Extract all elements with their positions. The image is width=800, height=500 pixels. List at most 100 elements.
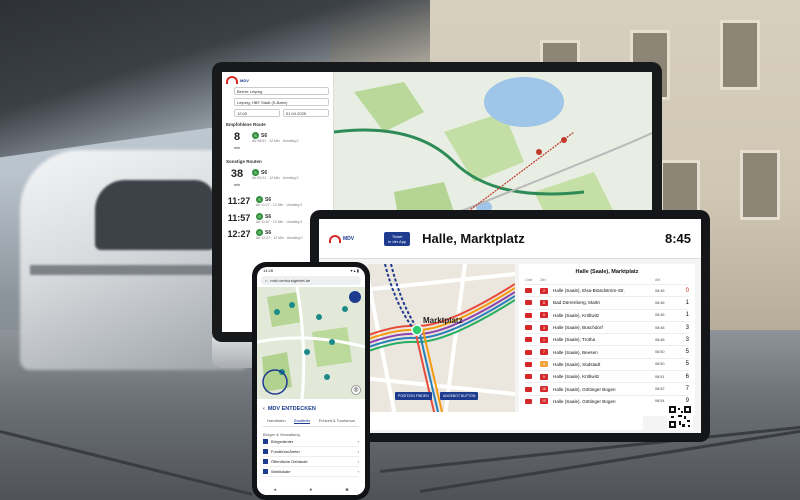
departure-board-header: MDV Ticket in der App Halle, Marktplatz … bbox=[319, 219, 701, 259]
tram-icon bbox=[525, 300, 532, 306]
connection-time: 8 bbox=[233, 131, 241, 143]
connection-item[interactable]: 38 min S S6 Ab 09:21 · 12 Min · Umstieg 0 bbox=[226, 169, 329, 191]
connection-time: 11:57 bbox=[227, 212, 251, 223]
list-item[interactable]: Bürgerämter › bbox=[263, 437, 359, 447]
tablet-display: MDV Ticket in der App Halle, Marktplatz … bbox=[310, 210, 710, 442]
home-icon[interactable]: ⌂ bbox=[265, 278, 267, 283]
connection-item[interactable]: 11:27 S S6 Ab 11:27 · 12 Min · Umstieg 0 bbox=[226, 196, 329, 208]
departure-row: 10 Halle (Saale), Göttinger Bogen 08:54 9 bbox=[525, 394, 689, 407]
back-icon[interactable]: ‹ bbox=[263, 406, 265, 412]
chevron-right-icon: › bbox=[357, 449, 359, 454]
departure-row: 3 Halle (Saale), Büschdorf 08:48 3 bbox=[525, 320, 689, 333]
offer-button[interactable]: ANGEBOT BUTTON bbox=[440, 392, 479, 400]
mdv-logo-icon bbox=[226, 76, 238, 84]
departure-minutes: 7 bbox=[685, 386, 689, 393]
list-item[interactable]: Wahllokale › bbox=[263, 467, 359, 477]
tab-handbahn[interactable]: Handbahn bbox=[267, 418, 285, 424]
qr-code[interactable] bbox=[667, 404, 693, 430]
mdv-logo-icon bbox=[329, 234, 341, 243]
departure-minutes: 1 bbox=[685, 312, 689, 319]
tab-freizeit[interactable]: Freizeit & Tourismus bbox=[319, 418, 355, 424]
line-badge: 7 bbox=[540, 349, 548, 356]
discover-title-text: MDV ENTDECKEN bbox=[267, 406, 316, 412]
sbahn-icon: S bbox=[256, 212, 263, 220]
nav-home-icon[interactable]: ● bbox=[309, 487, 312, 493]
status-icons: ▾ ▴ ▮ bbox=[350, 268, 359, 273]
header-line: Linie bbox=[525, 278, 533, 282]
discover-tabs: Handbahn Stadtteile Freizeit & Tourismus bbox=[263, 418, 359, 427]
connection-unit: min bbox=[234, 146, 240, 150]
tab-stadtteile[interactable]: Stadtteile bbox=[293, 418, 311, 424]
departure-row: 7 Halle (Saale), Beesen 08:50 5 bbox=[525, 345, 689, 357]
status-time: 14:28 bbox=[263, 268, 274, 273]
mdv-logo-text: MDV bbox=[343, 235, 355, 242]
mdv-logo[interactable]: MDV bbox=[226, 76, 329, 84]
departure-time: 08:51 bbox=[655, 374, 665, 379]
departure-time: 08:52 bbox=[655, 387, 665, 392]
departures-header: Linie Ziel Abf. bbox=[525, 278, 689, 282]
chevron-right-icon: › bbox=[357, 469, 359, 474]
departure-row: 5 Halle (Saale), Kröllwitz 08:51 6 bbox=[525, 370, 689, 382]
departure-time: 08:45 bbox=[655, 288, 665, 293]
time-field[interactable]: 12:00 bbox=[234, 109, 280, 117]
departure-time: 08:46 bbox=[655, 300, 665, 305]
to-field[interactable]: Leipzig, HBF Stadt (S-Bahn) bbox=[234, 98, 329, 106]
map-stop-label: Marktplatz bbox=[423, 316, 463, 325]
tram-icon bbox=[525, 337, 532, 343]
departure-time: 08:54 bbox=[655, 399, 665, 404]
departure-board-footer bbox=[325, 412, 643, 430]
departure-destination: Halle (Saale), Kröllwitz bbox=[553, 374, 600, 380]
departure-destination: Halle (Saale), Beesen bbox=[553, 349, 598, 355]
departure-row: 16 Halle (Saale), Göttinger Bogen 08:52 7 bbox=[525, 382, 689, 394]
chevron-right-icon: › bbox=[357, 459, 359, 464]
background-train-stripe bbox=[30, 265, 240, 275]
chevron-right-icon: › bbox=[357, 439, 359, 444]
phone-map-graphic bbox=[257, 287, 365, 399]
departure-destination: Halle (Saale), Göttinger Bogen bbox=[553, 386, 616, 392]
background-window bbox=[720, 20, 760, 90]
locate-icon[interactable]: ◎ bbox=[351, 385, 361, 395]
discover-title: ‹ MDV ENTDECKEN bbox=[263, 406, 359, 412]
line-badge: 2 bbox=[540, 287, 548, 294]
departure-time: 08:48 bbox=[655, 337, 665, 342]
line-badge: 4 bbox=[540, 361, 548, 368]
header-destination: Ziel bbox=[540, 278, 546, 282]
checkbox[interactable] bbox=[263, 459, 268, 464]
browser-url-bar[interactable]: ⌂ mdv-verbundgebiet.de bbox=[261, 276, 361, 285]
phone-map[interactable]: ◎ bbox=[257, 287, 365, 399]
from-field[interactable]: Bernie Leipzig bbox=[234, 87, 329, 95]
checkbox[interactable] bbox=[263, 469, 268, 474]
url-text: mdv-verbundgebiet.de bbox=[270, 278, 311, 283]
checkbox[interactable] bbox=[263, 439, 268, 444]
connection-item[interactable]: 8 min S S6 Ab 08:51 · 12 Min · Umstieg 0 bbox=[226, 132, 329, 154]
departure-minutes: 6 bbox=[685, 373, 689, 380]
list-item-label: Bürgerämter bbox=[271, 439, 294, 444]
list-item[interactable]: Öffentliche Gebäude › bbox=[263, 457, 359, 467]
list-item-label: Öffentliche Gebäude bbox=[271, 459, 308, 464]
sbahn-icon: S bbox=[256, 229, 263, 236]
status-bar: 14:28 ▾ ▴ ▮ bbox=[257, 267, 365, 275]
checkbox[interactable] bbox=[263, 449, 268, 454]
list-item[interactable]: Fundbüro/Ämter › bbox=[263, 447, 359, 457]
tram-icon bbox=[525, 325, 532, 331]
date-field[interactable]: 01.04.2025 bbox=[283, 109, 329, 117]
nav-back-icon[interactable]: ◂ bbox=[274, 487, 277, 493]
tram-icon bbox=[525, 398, 532, 404]
connection-details: Ab 11:57 · 12 Min · Umstieg 0 bbox=[256, 219, 303, 224]
user-avatar[interactable] bbox=[349, 291, 361, 303]
ticket-app-button[interactable]: Ticket in der App bbox=[384, 231, 411, 246]
tram-icon bbox=[525, 361, 532, 367]
find-position-button[interactable]: POSITION FINDEN bbox=[395, 392, 432, 400]
connection-time: 38 bbox=[230, 168, 244, 180]
departure-time: 08:50 bbox=[655, 362, 665, 367]
connection-unit: min bbox=[234, 183, 240, 187]
background-train-windshield bbox=[95, 180, 215, 250]
marketing-scene: MDV Bernie Leipzig Leipzig, HBF Stadt (S… bbox=[0, 0, 800, 500]
discover-sheet: ‹ MDV ENTDECKEN Handbahn Stadtteile Frei… bbox=[257, 399, 365, 495]
line-badge: 8 bbox=[540, 299, 548, 306]
departure-minutes: 5 bbox=[685, 361, 689, 368]
departure-row: 2 Halle (Saale), Elsa-Brändström-Str. 08:4… bbox=[525, 284, 689, 296]
nav-recents-icon[interactable]: ■ bbox=[345, 487, 348, 493]
departure-row: 1 Halle (Saale), Trotha 08:48 3 bbox=[525, 333, 689, 345]
line-badge: 1 bbox=[540, 336, 548, 343]
